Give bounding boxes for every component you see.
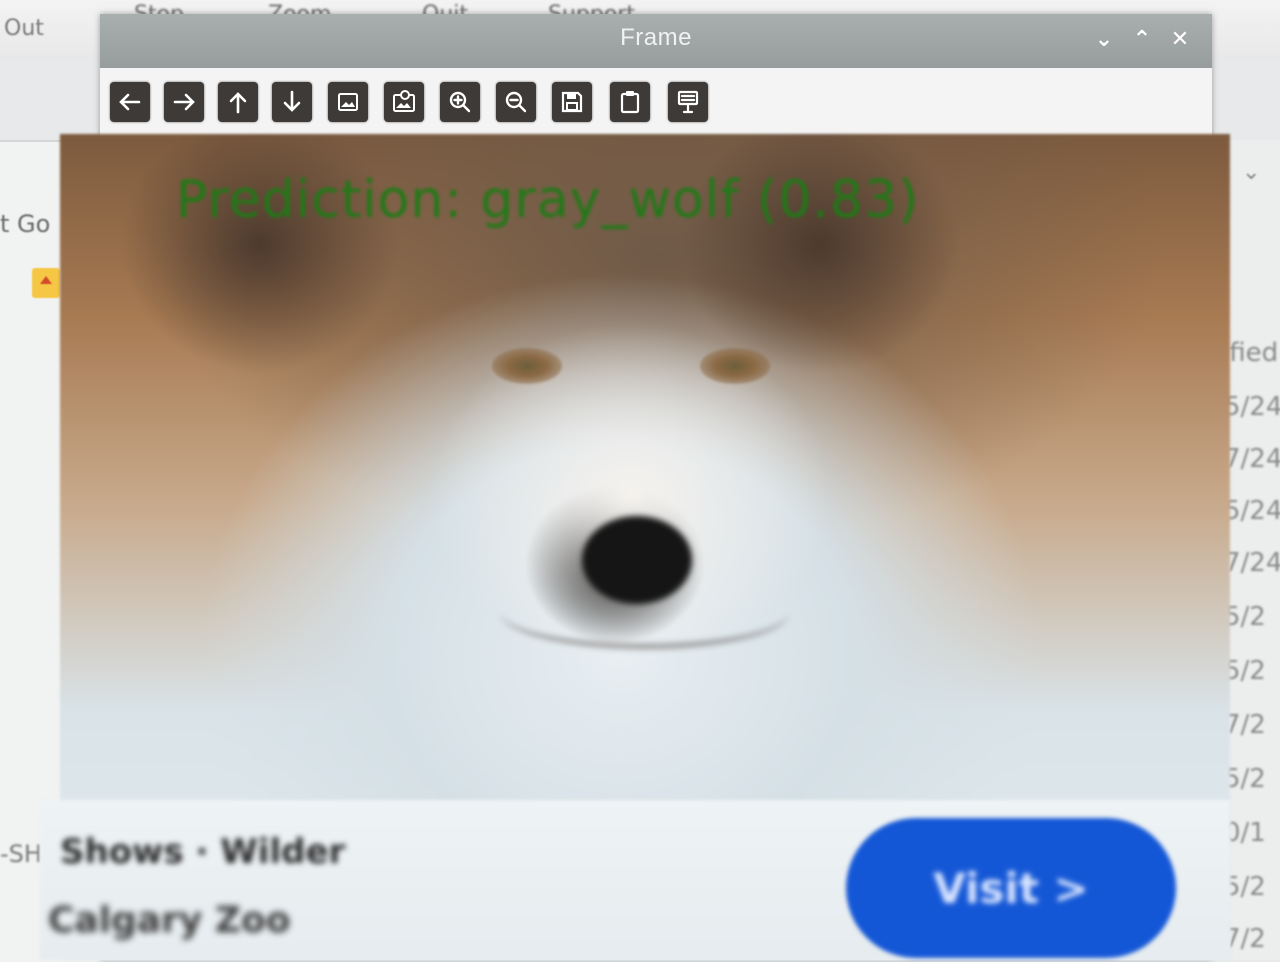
image-icon [338,93,358,111]
wolf-mouth [500,574,790,649]
arrow-down-icon [283,90,301,112]
zoom-in-icon [449,91,471,113]
clipboard-icon [620,91,640,114]
maximize-button[interactable]: ⌃ [1128,26,1156,54]
date-cell: 5/24 [1224,496,1280,526]
date-cell: 0/1 [1224,818,1266,848]
close-button[interactable]: ✕ [1166,26,1194,54]
copy-clipboard-button[interactable] [610,82,650,122]
window-title: Frame [620,24,692,51]
visit-button: Visit > [846,818,1176,958]
zoom-out-button[interactable] [496,82,536,122]
properties-icon [677,90,699,114]
back-button[interactable] [110,82,150,122]
window-titlebar[interactable]: Frame ⌄ ⌃ ✕ [100,14,1212,68]
banner-text-shows: Shows · Wilder [60,832,346,872]
image-viewer-toolbar [100,68,1212,134]
background-go-menu[interactable]: t Go [0,210,50,238]
background-sh-label: -SH [0,840,42,868]
save-icon [561,91,583,113]
date-cell: 7/2 [1224,924,1266,954]
minimize-button[interactable]: ⌄ [1090,26,1118,54]
up-button[interactable] [218,82,258,122]
date-cell: 5/2 [1224,602,1266,632]
prediction-label: Prediction: gray_wolf (0.83) [176,170,920,230]
down-button[interactable] [272,82,312,122]
arrow-left-icon [119,93,141,111]
save-button[interactable] [552,82,592,122]
date-cell: 5/24 [1224,392,1280,422]
date-cell: 5/2 [1224,764,1266,794]
date-cell: 7/24 [1224,444,1280,474]
home-folder-icon[interactable] [32,268,60,298]
wolf-left-eye [492,348,562,384]
date-cell: 5/2 [1224,872,1266,902]
arrow-right-icon [173,93,195,111]
date-cell: 5/2 [1224,656,1266,686]
forward-button[interactable] [164,82,204,122]
zoom-original-button[interactable] [384,82,424,122]
wolf-right-eye [700,348,770,384]
visit-button-label: Visit > [933,863,1089,913]
properties-button[interactable] [668,82,708,122]
zoom-out-icon [505,91,527,113]
zoom-fit-button[interactable] [328,82,368,122]
date-cell: 7/2 [1224,710,1266,740]
background-out-label[interactable]: Out [4,16,44,41]
banner-text-zoo: Calgary Zoo [48,900,291,941]
image-zoom-icon [393,90,415,112]
zoom-in-button[interactable] [440,82,480,122]
chevron-down-icon[interactable]: ⌄ [1242,160,1260,185]
date-cell: 7/24 [1224,548,1280,578]
modified-column-header[interactable]: ified [1222,338,1278,368]
arrow-up-icon [229,92,247,114]
